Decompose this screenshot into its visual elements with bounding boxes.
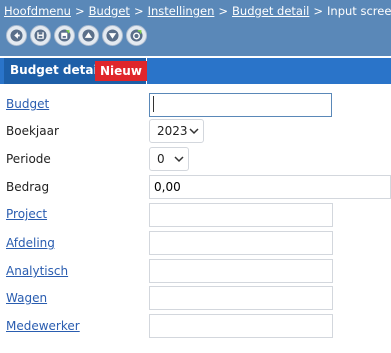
budget-label-link[interactable]: Budget — [6, 97, 49, 111]
chevron-down-icon — [174, 156, 184, 163]
save-icon — [34, 29, 47, 42]
breadcrumb-separator: > — [74, 4, 85, 18]
bedrag-label: Bedrag — [6, 180, 50, 194]
periode-select[interactable]: 0 — [149, 147, 189, 171]
boekjaar-value: 2023 — [157, 124, 188, 138]
save-new-icon — [58, 29, 71, 42]
down-icon — [106, 29, 119, 42]
breadcrumb-separator: > — [218, 4, 229, 18]
save-button[interactable] — [30, 25, 51, 46]
save-new-button[interactable] — [54, 25, 75, 46]
status-badge: Nieuw — [95, 61, 147, 81]
afdeling-label-link[interactable]: Afdeling — [6, 236, 55, 250]
boekjaar-label: Boekjaar — [6, 124, 59, 138]
breadcrumb-budget-detail[interactable]: Budget detail — [232, 4, 309, 18]
tab-budget-detail[interactable]: Budget detail Nieuw — [4, 58, 147, 84]
toolbar — [6, 25, 147, 49]
breadcrumb-separator: > — [313, 4, 324, 18]
breadcrumb-current: Input screen — [327, 4, 391, 18]
analytisch-input[interactable] — [149, 259, 333, 283]
tab-bar: Budget detail Nieuw — [0, 58, 391, 84]
wagen-input[interactable] — [149, 286, 333, 310]
move-up-button[interactable] — [78, 25, 99, 46]
afdeling-input[interactable] — [149, 231, 333, 255]
up-icon — [82, 29, 95, 42]
chevron-down-icon — [189, 128, 199, 135]
back-icon — [10, 29, 23, 42]
project-input[interactable] — [149, 203, 333, 227]
back-button[interactable] — [6, 25, 27, 46]
bedrag-input[interactable] — [149, 175, 391, 199]
move-down-button[interactable] — [102, 25, 123, 46]
boekjaar-select[interactable]: 2023 — [149, 119, 204, 143]
medewerker-input[interactable] — [149, 314, 333, 338]
periode-label: Periode — [6, 152, 51, 166]
refresh-icon — [130, 29, 143, 42]
budget-input[interactable] — [149, 93, 332, 117]
analytisch-label-link[interactable]: Analytisch — [6, 264, 68, 278]
refresh-button[interactable] — [126, 25, 147, 46]
breadcrumb-separator: > — [133, 4, 144, 18]
top-bar: Hoofdmenu > Budget > Instellingen > Budget det… — [0, 0, 391, 56]
text-cursor — [153, 96, 154, 112]
project-label-link[interactable]: Project — [6, 207, 47, 221]
breadcrumb-budget[interactable]: Budget — [89, 4, 130, 18]
periode-value: 0 — [157, 152, 165, 166]
breadcrumb: Hoofdmenu > Budget > Instellingen > Budget det… — [4, 2, 391, 20]
breadcrumb-instellingen[interactable]: Instellingen — [148, 4, 215, 18]
wagen-label-link[interactable]: Wagen — [6, 291, 47, 305]
tab-title: Budget detail — [10, 63, 102, 77]
breadcrumb-hoofdmenu[interactable]: Hoofdmenu — [4, 4, 71, 18]
medewerker-label-link[interactable]: Medewerker — [6, 319, 80, 333]
